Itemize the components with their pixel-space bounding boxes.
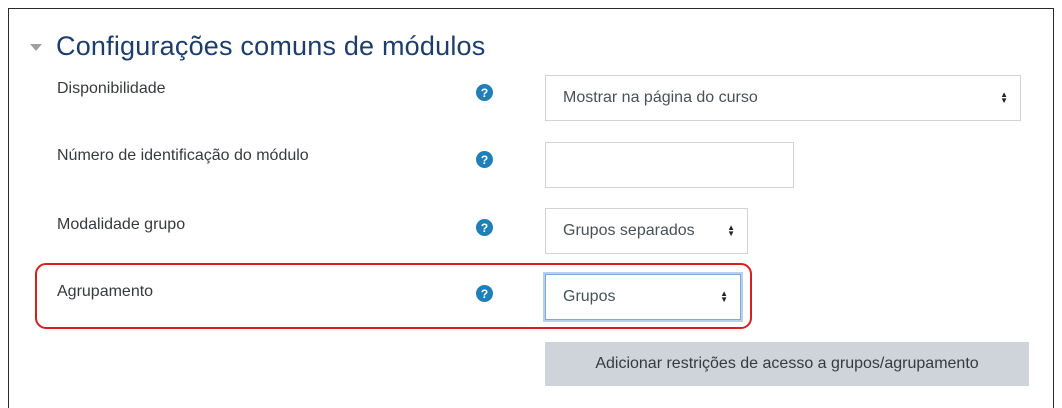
- select-arrows-icon: ▲ ▼: [720, 289, 728, 304]
- add-group-restrictions-button[interactable]: Adicionar restrições de acesso a grupos/…: [545, 342, 1029, 386]
- help-icon[interactable]: ?: [476, 285, 493, 302]
- select-arrows-icon: ▲ ▼: [727, 223, 735, 238]
- help-glyph: ?: [480, 286, 489, 301]
- grouping-select-value: Grupos: [563, 288, 616, 305]
- chevron-down-icon[interactable]: [30, 43, 42, 51]
- section-title: Configurações comuns de módulos: [56, 30, 486, 61]
- grouping-select[interactable]: Grupos ▲ ▼: [545, 274, 741, 320]
- idnumber-label: Número de identificação do módulo: [57, 147, 309, 164]
- help-glyph: ?: [480, 85, 489, 100]
- idnumber-input[interactable]: [545, 142, 794, 188]
- help-icon[interactable]: ?: [476, 219, 493, 236]
- groupmode-select[interactable]: Grupos separados ▲ ▼: [545, 208, 748, 254]
- groupmode-select-value: Grupos separados: [563, 222, 695, 239]
- help-icon[interactable]: ?: [476, 84, 493, 101]
- availability-select-value: Mostrar na página do curso: [563, 89, 758, 106]
- availability-select[interactable]: Mostrar na página do curso ▲ ▼: [545, 75, 1021, 121]
- section-header[interactable]: Configurações comuns de módulos: [30, 26, 485, 66]
- grouping-label: Agrupamento: [57, 283, 154, 300]
- select-arrows-icon: ▲ ▼: [1000, 90, 1008, 105]
- help-glyph: ?: [480, 152, 489, 167]
- help-glyph: ?: [480, 220, 489, 235]
- availability-label: Disponibilidade: [57, 80, 166, 97]
- groupmode-label: Modalidade grupo: [57, 216, 186, 233]
- help-icon[interactable]: ?: [476, 151, 493, 168]
